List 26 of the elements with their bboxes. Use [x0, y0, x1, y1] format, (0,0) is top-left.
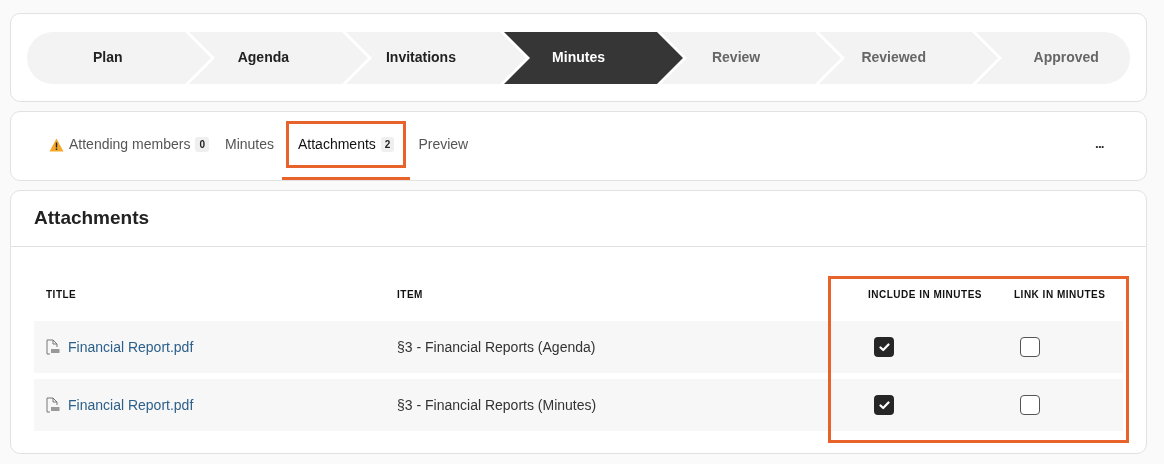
- checkbox[interactable]: [874, 337, 894, 357]
- file-link[interactable]: Financial Report.pdf: [68, 336, 194, 358]
- section-title: Attachments: [34, 206, 150, 231]
- pdf-file-icon: [46, 397, 60, 413]
- checkbox[interactable]: [1020, 395, 1040, 415]
- more-menu-button[interactable]: •••: [1095, 141, 1104, 153]
- chevron-icon: [499, 31, 530, 84]
- checkbox[interactable]: [874, 395, 894, 415]
- column-header: TITLE: [45, 288, 78, 302]
- column-header: INCLUDE IN MINUTES: [868, 288, 983, 302]
- tab[interactable]: Minutes: [220, 121, 278, 168]
- column-header: LINK IN MINUTES: [1014, 288, 1107, 302]
- checkbox[interactable]: [1020, 337, 1040, 357]
- file-link[interactable]: Financial Report.pdf: [68, 394, 194, 416]
- table-cell-text: §3 - Financial Reports (Agenda): [397, 337, 597, 357]
- table-cell-text: §3 - Financial Reports (Minutes): [397, 395, 598, 415]
- checkmark-icon: [878, 400, 890, 410]
- chevron-icon: [657, 31, 688, 84]
- tab[interactable]: Preview: [414, 121, 473, 168]
- count-badge: 2: [380, 137, 395, 152]
- checkmark-icon: [878, 342, 890, 352]
- tab[interactable]: Attachments 2: [286, 121, 407, 168]
- tab[interactable]: Attending members 0: [45, 121, 213, 168]
- pdf-file-icon: [46, 339, 60, 355]
- count-badge: 0: [195, 137, 209, 152]
- column-header: ITEM: [397, 288, 424, 302]
